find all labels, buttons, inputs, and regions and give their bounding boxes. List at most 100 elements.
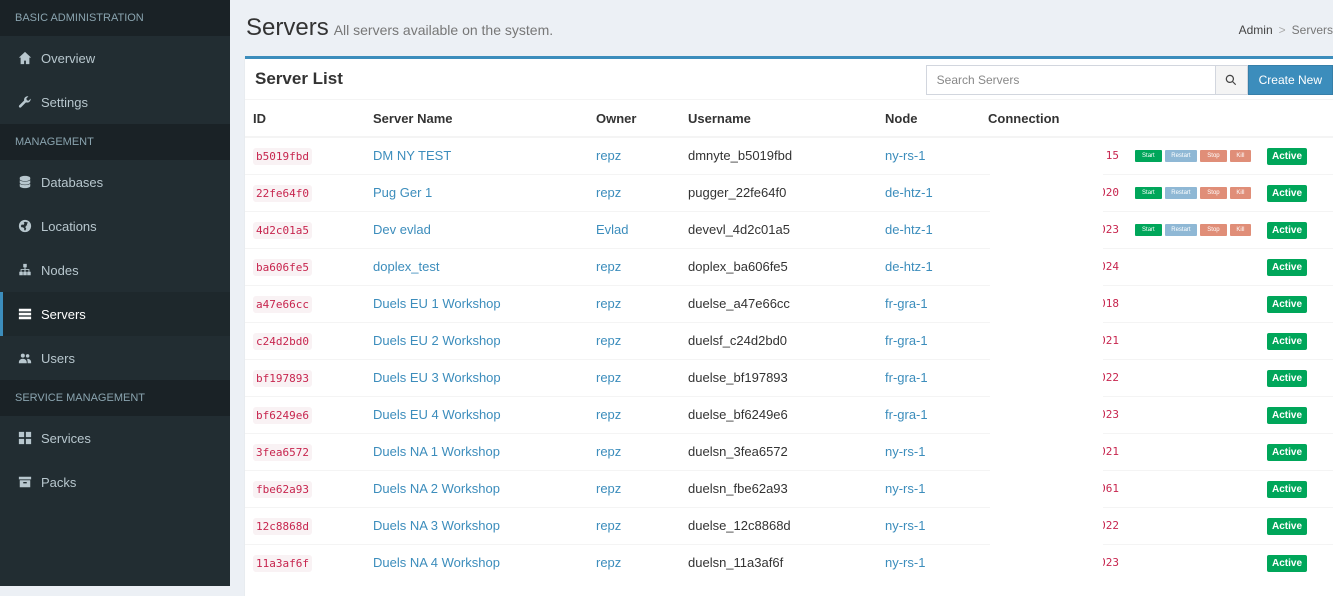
server-id: 11a3af6f <box>253 555 312 573</box>
search-button[interactable] <box>1215 65 1248 95</box>
server-name-link[interactable]: doplex_test <box>373 259 440 274</box>
owner-link[interactable]: repz <box>596 518 621 533</box>
wrench-icon <box>18 95 32 109</box>
username: duelse_12c8868d <box>688 518 791 533</box>
sidebar-item-label: Packs <box>41 474 77 490</box>
node-link[interactable]: fr-gra-1 <box>885 333 928 348</box>
breadcrumb-admin[interactable]: Admin <box>1239 23 1273 37</box>
server-name-link[interactable]: Duels EU 3 Workshop <box>373 370 501 385</box>
table-row: 12c8868d Duels NA 3 Workshop repz duelse_12… <box>245 506 1333 544</box>
server-name-link[interactable]: Duels EU 4 Workshop <box>373 407 501 422</box>
username: devevl_4d2c01a5 <box>688 222 790 237</box>
server-id: 3fea6572 <box>253 444 312 461</box>
owner-link[interactable]: repz <box>596 185 621 200</box>
table-row: 3fea6572 Duels NA 1 Workshop repz duelsn_3f… <box>245 432 1333 470</box>
status-badge: Active <box>1267 480 1308 498</box>
owner-link[interactable]: repz <box>596 444 621 459</box>
search-input[interactable] <box>925 65 1216 95</box>
search-group: Create New <box>925 65 1333 95</box>
kill-button[interactable]: Kill <box>1229 223 1251 236</box>
sidebar-item-label: Databases <box>41 174 104 190</box>
owner-link[interactable]: repz <box>596 148 621 163</box>
sidebar-item-users[interactable]: Users <box>0 336 230 380</box>
users-icon <box>18 351 32 365</box>
sidebar-section-header: SERVICE MANAGEMENT <box>0 380 230 416</box>
node-link[interactable]: ny-rs-1 <box>885 481 925 496</box>
owner-link[interactable]: repz <box>596 555 621 570</box>
main-content: Servers All servers available on the sys… <box>230 0 1333 596</box>
sidebar-item-locations[interactable]: Locations <box>0 204 230 248</box>
server-name-link[interactable]: Duels NA 4 Workshop <box>373 555 500 570</box>
node-link[interactable]: fr-gra-1 <box>885 370 928 385</box>
sidebar-item-label: Users <box>41 350 75 366</box>
start-button[interactable]: Start <box>1135 149 1162 162</box>
node-link[interactable]: de-htz-1 <box>885 259 933 274</box>
column-header-connection: Connection <box>980 100 1127 138</box>
box-header: Server List Create New <box>245 59 1333 100</box>
node-link[interactable]: ny-rs-1 <box>885 518 925 533</box>
node-link[interactable]: fr-gra-1 <box>885 296 928 311</box>
sidebar-item-settings[interactable]: Settings <box>0 80 230 124</box>
table-row: fbe62a93 Duels NA 2 Workshop repz duelsn_fb… <box>245 469 1333 507</box>
table-row: 22fe64f0 Pug Ger 1 repz pugger_22fe64f0 de-h… <box>245 173 1333 211</box>
table-row: a47e66cc Duels EU 1 Workshop repz duelse_a4… <box>245 284 1333 322</box>
owner-link[interactable]: repz <box>596 407 621 422</box>
table-row: 11a3af6f Duels NA 4 Workshop repz duelsn_11… <box>245 543 1333 581</box>
server-name-link[interactable]: Duels NA 3 Workshop <box>373 518 500 533</box>
column-header-node: Node <box>877 100 980 138</box>
server-name-link[interactable]: Duels EU 2 Workshop <box>373 333 501 348</box>
sidebar-item-label: Nodes <box>41 262 79 278</box>
node-link[interactable]: ny-rs-1 <box>885 555 925 570</box>
sidebar-item-services[interactable]: Services <box>0 416 230 460</box>
restart-button[interactable]: Restart <box>1164 149 1198 162</box>
server-name-link[interactable]: Pug Ger 1 <box>373 185 432 200</box>
node-link[interactable]: ny-rs-1 <box>885 444 925 459</box>
stop-button[interactable]: Stop <box>1200 149 1227 162</box>
stop-button[interactable]: Stop <box>1200 186 1227 199</box>
stop-button[interactable]: Stop <box>1200 223 1227 236</box>
username: dmnyte_b5019fbd <box>688 148 793 164</box>
server-name-link[interactable]: Duels NA 2 Workshop <box>373 481 500 496</box>
start-button[interactable]: Start <box>1135 223 1162 236</box>
server-name-link[interactable]: DM NY TEST <box>373 148 451 163</box>
column-header-blank <box>1127 100 1259 138</box>
username: duelsn_11a3af6f <box>688 555 784 571</box>
server-name-link[interactable]: Duels NA 1 Workshop <box>373 444 500 459</box>
node-link[interactable]: ny-rs-1 <box>885 148 925 163</box>
table-row: ba606fe5 doplex_test repz doplex_ba606fe5 de… <box>245 247 1333 285</box>
status-badge: Active <box>1267 443 1308 461</box>
kill-button[interactable]: Kill <box>1229 149 1251 162</box>
node-link[interactable]: fr-gra-1 <box>885 407 928 422</box>
archive-icon <box>18 475 32 489</box>
sidebar-item-packs[interactable]: Packs <box>0 460 230 504</box>
server-name-link[interactable]: Duels EU 1 Workshop <box>373 296 501 311</box>
server-id: 22fe64f0 <box>253 185 312 202</box>
username: duelse_a47e66cc <box>688 296 790 311</box>
kill-button[interactable]: Kill <box>1229 186 1251 199</box>
start-button[interactable]: Start <box>1135 186 1162 199</box>
sidebar-item-servers[interactable]: Servers <box>0 292 230 336</box>
restart-button[interactable]: Restart <box>1164 186 1198 199</box>
database-icon <box>18 175 32 189</box>
node-link[interactable]: de-htz-1 <box>885 222 933 237</box>
column-header-owner: Owner <box>588 100 680 138</box>
status-badge: Active <box>1267 221 1308 239</box>
create-new-button[interactable]: Create New <box>1247 65 1333 95</box>
owner-link[interactable]: repz <box>596 259 621 274</box>
sidebar-item-label: Locations <box>41 218 97 234</box>
owner-link[interactable]: Evlad <box>596 222 629 237</box>
server-id: bf6249e6 <box>253 407 312 424</box>
server-name-link[interactable]: Dev evlad <box>373 222 431 237</box>
restart-button[interactable]: Restart <box>1164 223 1198 236</box>
owner-link[interactable]: repz <box>596 370 621 385</box>
owner-link[interactable]: repz <box>596 481 621 496</box>
sidebar-item-databases[interactable]: Databases <box>0 160 230 204</box>
node-link[interactable]: de-htz-1 <box>885 185 933 200</box>
table-row: bf6249e6 Duels EU 4 Workshop repz duelse_bf… <box>245 395 1333 433</box>
home-icon <box>18 51 32 65</box>
sidebar-item-nodes[interactable]: Nodes <box>0 248 230 292</box>
sidebar-item-overview[interactable]: Overview <box>0 36 230 80</box>
sidebar-item-label: Overview <box>41 50 96 66</box>
owner-link[interactable]: repz <box>596 333 621 348</box>
owner-link[interactable]: repz <box>596 296 621 311</box>
